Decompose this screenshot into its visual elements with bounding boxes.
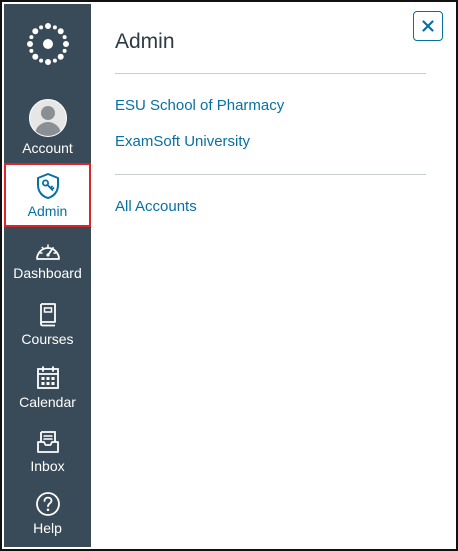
nav-item-inbox[interactable]: Inbox (4, 429, 91, 474)
admin-shield-icon (36, 172, 59, 199)
close-tray-button[interactable] (413, 11, 443, 41)
dashboard-gauge-icon (35, 244, 60, 260)
all-accounts-link[interactable]: All Accounts (115, 198, 197, 215)
nav-item-label: Admin (27, 202, 68, 219)
canvas-logo-icon (26, 23, 69, 65)
courses-book-icon (39, 303, 56, 327)
nav-item-admin[interactable]: Admin (4, 163, 91, 227)
nav-item-courses[interactable]: Courses (4, 302, 91, 347)
help-question-icon (35, 492, 60, 516)
nav-item-account[interactable]: Account (4, 99, 91, 156)
canvas-logo[interactable] (4, 22, 91, 78)
close-icon (422, 20, 434, 32)
nav-item-label: Calendar (19, 394, 76, 410)
account-link-esu-school-of-pharmacy[interactable]: ESU School of Pharmacy (115, 97, 284, 114)
calendar-icon (36, 366, 59, 389)
nav-item-dashboard[interactable]: Dashboard (4, 240, 91, 281)
nav-item-label: Help (33, 520, 62, 536)
app-frame: Account Admin Dashboard Courses Calendar… (0, 0, 458, 551)
nav-item-calendar[interactable]: Calendar (4, 365, 91, 410)
nav-item-label: Inbox (30, 458, 65, 474)
tray-divider (115, 174, 426, 175)
admin-tray: Admin ESU School of Pharmacy ExamSoft Un… (91, 4, 454, 547)
user-avatar-icon (28, 99, 67, 137)
tray-divider (115, 73, 426, 74)
nav-item-label: Courses (21, 331, 74, 347)
inbox-icon (36, 431, 59, 453)
nav-item-help[interactable]: Help (4, 491, 91, 536)
tray-title: Admin (115, 30, 175, 53)
nav-item-label: Dashboard (13, 265, 82, 281)
account-link-examsoft-university[interactable]: ExamSoft University (115, 133, 250, 150)
global-nav-sidebar: Account Admin Dashboard Courses Calendar… (4, 4, 91, 547)
nav-item-label: Account (22, 140, 73, 156)
